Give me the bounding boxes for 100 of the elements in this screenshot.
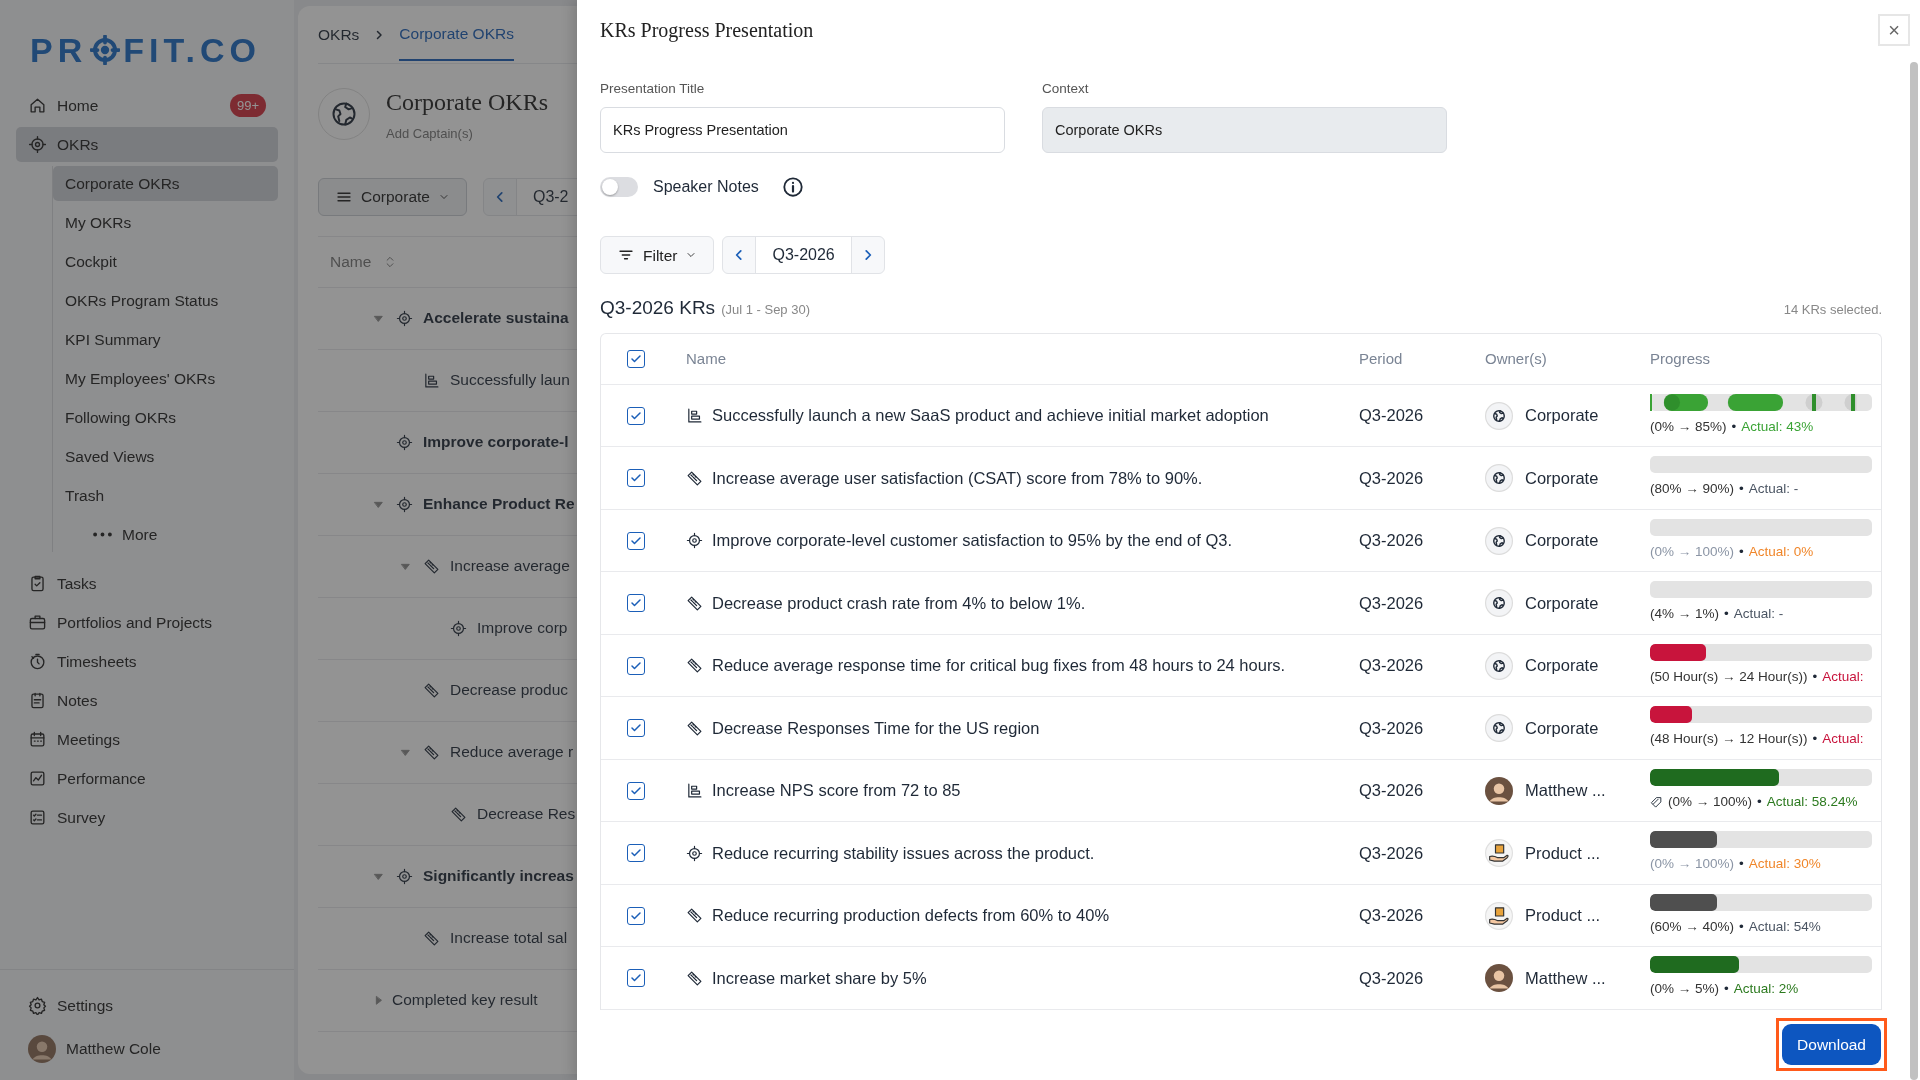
tree-item-label[interactable]: Significantly increas <box>423 864 574 888</box>
sidebar-item[interactable]: Following OKRs <box>53 400 278 435</box>
breadcrumb-link[interactable]: OKRs <box>318 22 360 47</box>
checkbox[interactable] <box>627 781 645 800</box>
target-range: (60% → 40%) <box>1650 917 1735 936</box>
check-icon <box>630 472 642 484</box>
tree-item-label[interactable]: Reduce average r <box>450 740 574 764</box>
checkbox[interactable] <box>627 406 645 425</box>
sidebar-item[interactable]: Trash <box>53 478 278 513</box>
checkbox[interactable] <box>627 844 645 862</box>
sidebar-item[interactable]: OKRs <box>16 127 278 162</box>
tree-item-label[interactable]: Improve corporate-l <box>423 430 569 454</box>
separator-dot: • <box>1812 667 1818 686</box>
home-icon <box>28 96 47 115</box>
checkbox[interactable] <box>627 906 645 925</box>
tree-item-label[interactable]: Decrease Res <box>477 802 576 826</box>
tree-item-label[interactable]: Decrease produc <box>450 678 569 702</box>
info-icon[interactable] <box>781 176 804 199</box>
column-header: Name <box>686 348 726 369</box>
sidebar-item[interactable]: OKRs Program Status <box>53 283 278 318</box>
checkbox[interactable] <box>627 969 645 987</box>
tree-item-label[interactable]: Increase total sal <box>450 926 568 950</box>
actual-value: Actual: 30% <box>1748 855 1821 874</box>
scrollbar[interactable] <box>1910 62 1918 1080</box>
period-cell: Q3-2026 <box>1359 468 1424 487</box>
sidebar-item[interactable]: Home 99+ <box>16 88 278 123</box>
check-icon <box>630 909 642 922</box>
sidebar-item[interactable]: Saved Views <box>53 439 278 474</box>
kr-name: Improve corporate-level customer satisfaction to 95% by the end of Q3. <box>712 530 1232 552</box>
user-profile[interactable]: Matthew Cole <box>16 1031 278 1066</box>
sidebar-item[interactable]: More <box>93 517 278 552</box>
settings-icon <box>28 996 47 1015</box>
actual-value: Actual: 54% <box>1748 917 1821 936</box>
checkbox[interactable] <box>627 531 645 550</box>
target-icon <box>686 844 703 862</box>
ruler-icon <box>686 969 703 987</box>
target-range: (0% → 5%) <box>1650 980 1720 999</box>
sidebar-item[interactable]: Notes <box>16 683 278 718</box>
sidebar-item[interactable]: Corporate OKRs <box>53 166 278 201</box>
ruler-icon <box>686 907 703 924</box>
checkbox[interactable] <box>627 656 645 675</box>
target-range: (80% → 90%) <box>1650 480 1735 499</box>
date-range: (Jul 1 - Sep 30) <box>721 301 810 320</box>
target-icon <box>396 309 413 327</box>
sidebar-item[interactable]: Survey <box>16 800 278 835</box>
globe-avatar-icon <box>1485 589 1513 617</box>
sidebar-item[interactable]: KPI Summary <box>53 322 278 357</box>
period-cell: Q3-2026 <box>1359 843 1424 862</box>
view-dropdown[interactable]: Corporate <box>318 177 467 216</box>
tree-item-label[interactable]: Successfully laun <box>450 368 570 392</box>
tree-item-label[interactable]: Enhance Product Re <box>423 492 575 516</box>
close-button[interactable]: × <box>1878 14 1910 46</box>
owner-name: Corporate <box>1525 530 1599 552</box>
sidebar-item[interactable]: My Employees' OKRs <box>53 361 278 396</box>
checkbox[interactable] <box>627 719 645 737</box>
ruler-icon <box>686 719 703 737</box>
notes-icon <box>28 691 47 710</box>
field-label: Context <box>1042 80 1090 98</box>
settings-item[interactable]: Settings <box>16 988 278 1023</box>
tree-item-label[interactable]: Completed key result <box>392 988 538 1012</box>
toggle-switch[interactable] <box>600 177 638 198</box>
checkbox[interactable] <box>627 349 645 368</box>
filter-button[interactable]: Filter <box>600 236 715 275</box>
kr-name: Reduce recurring production defects from 60% to 40% <box>712 905 1110 927</box>
tree-item-label[interactable]: Improve corp <box>477 616 568 640</box>
text-field[interactable]: KRs Progress Presentation <box>600 107 1005 154</box>
actual-value: Actual: 58.24% <box>1766 792 1858 811</box>
check-icon <box>630 847 642 859</box>
separator-dot: • <box>1724 980 1729 999</box>
owner-name: Product ... <box>1525 842 1601 864</box>
kr-name: Increase NPS score from 72 to 85 <box>712 780 961 802</box>
sidebar-item[interactable]: Performance <box>16 761 278 796</box>
selection-count: 14 KRs selected. <box>1783 301 1882 320</box>
sidebar-item[interactable]: Cockpit <box>53 244 278 279</box>
sidebar-item[interactable]: Timesheets <box>16 644 278 679</box>
kr-name: Reduce recurring stability issues across the product. <box>712 842 1095 864</box>
check-icon <box>630 784 642 797</box>
tree-item-label[interactable]: Increase average <box>450 554 570 578</box>
globe-avatar-icon <box>1485 526 1513 555</box>
sidebar-item[interactable]: Tasks <box>16 566 278 601</box>
ruler-icon <box>450 805 467 823</box>
sidebar-item[interactable]: Meetings <box>16 722 278 757</box>
kr-name: Increase average user satisfaction (CSAT) score from 78% to 90%. <box>712 467 1203 489</box>
owner-name: Corporate <box>1525 717 1599 739</box>
checkbox[interactable] <box>627 469 645 487</box>
breadcrumb-link[interactable]: Corporate OKRs <box>399 8 514 61</box>
clipboard-icon <box>28 574 47 593</box>
tree-item-label[interactable]: Accelerate sustaina <box>423 306 569 330</box>
checkbox[interactable] <box>627 594 645 612</box>
owner-name: Matthew ... <box>1525 967 1606 989</box>
add-captain-link[interactable]: Add Captain(s) <box>386 124 548 144</box>
target-range: (48 Hour(s) → 12 Hour(s)) <box>1650 730 1808 749</box>
target-range: (0% → 100%) <box>1668 792 1753 811</box>
checklist-icon <box>28 808 47 827</box>
globe-avatar-icon <box>1485 401 1513 430</box>
period-cell: Q3-2026 <box>1359 718 1424 737</box>
download-button[interactable]: Download <box>1782 1023 1881 1065</box>
sidebar-item[interactable]: Portfolios and Projects <box>16 605 278 640</box>
target-icon <box>396 433 413 451</box>
sidebar-item[interactable]: My OKRs <box>53 205 278 240</box>
